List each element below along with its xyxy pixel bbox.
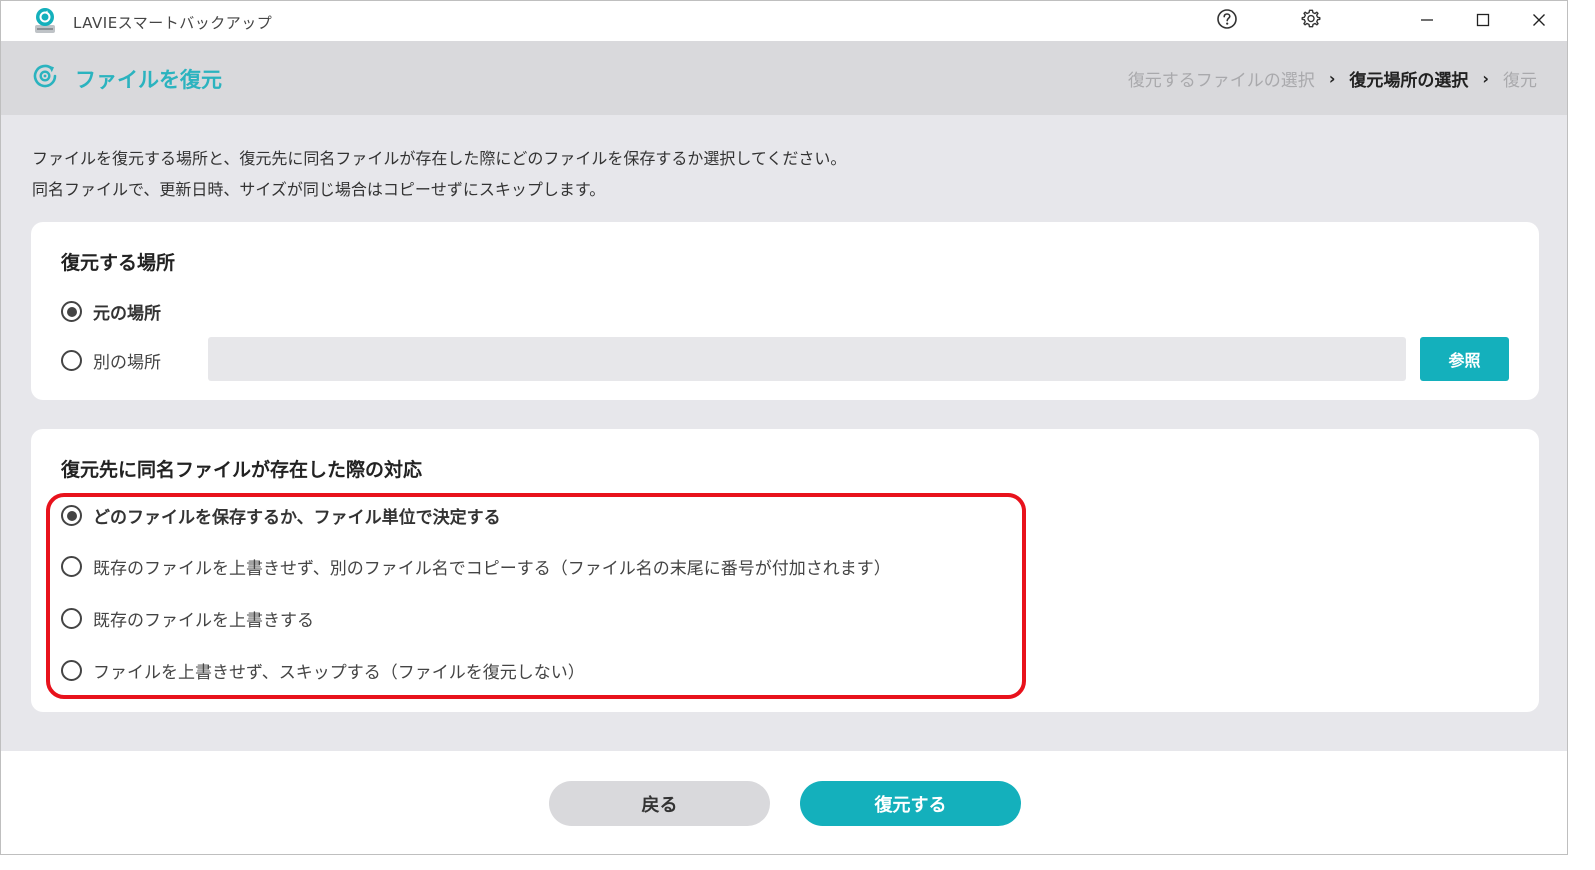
backup-app-icon xyxy=(31,7,59,35)
radio-button-checked[interactable] xyxy=(61,301,82,322)
option-original-location[interactable]: 元の場所 xyxy=(61,299,161,324)
back-button[interactable]: 戻る xyxy=(549,781,770,826)
option-copy-with-new-name[interactable]: 既存のファイルを上書きせず、別のファイル名でコピーする（ファイル名の末尾に番号が… xyxy=(61,554,891,579)
help-icon xyxy=(1216,8,1238,34)
restore-button[interactable]: 復元する xyxy=(800,781,1021,826)
footer: 戻る 復元する xyxy=(1,751,1567,854)
option-label: どのファイルを保存するか、ファイル単位で決定する xyxy=(93,508,501,528)
restore-location-title: 復元する場所 xyxy=(61,252,176,274)
option-label: ファイルを上書きせず、スキップする（ファイルを復元しない） xyxy=(93,663,585,683)
minimize-button[interactable] xyxy=(1409,5,1445,37)
maximize-icon xyxy=(1476,12,1490,31)
duplicate-handling-title: 復元先に同名ファイルが存在した際の対応 xyxy=(61,459,423,481)
option-label: 既存のファイルを上書きする xyxy=(93,611,314,631)
option-label: 既存のファイルを上書きせず、別のファイル名でコピーする（ファイル名の末尾に番号が… xyxy=(93,559,891,579)
breadcrumb-step-select-files: 復元するファイルの選択 xyxy=(1127,71,1315,91)
close-icon xyxy=(1532,12,1546,31)
minimize-icon xyxy=(1420,12,1434,31)
option-label: 別の場所 xyxy=(93,353,161,373)
radio-button[interactable] xyxy=(61,608,82,629)
option-skip[interactable]: ファイルを上書きせず、スキップする（ファイルを復元しない） xyxy=(61,658,585,683)
option-overwrite[interactable]: 既存のファイルを上書きする xyxy=(61,606,314,631)
breadcrumb-step-select-location: 復元場所の選択 xyxy=(1349,71,1469,91)
title-bar: LAVIEスマートバックアップ xyxy=(1,1,1567,41)
browse-button[interactable]: 参照 xyxy=(1420,337,1509,381)
radio-button[interactable] xyxy=(61,660,82,681)
duplicate-handling-card: 復元先に同名ファイルが存在した際の対応 どのファイルを保存するか、ファイル単位で… xyxy=(31,429,1539,712)
maximize-button[interactable] xyxy=(1465,5,1501,37)
chevron-right-icon: › xyxy=(1482,69,1489,88)
page-title: ファイルを復元 xyxy=(75,68,222,92)
radio-button-checked[interactable] xyxy=(61,505,82,526)
option-decide-per-file[interactable]: どのファイルを保存するか、ファイル単位で決定する xyxy=(61,503,501,528)
close-button[interactable] xyxy=(1521,5,1557,37)
instructions: ファイルを復元する場所と、復元先に同名ファイルが存在した際にどのファイルを保存す… xyxy=(32,143,846,205)
chevron-right-icon: › xyxy=(1328,69,1336,88)
gear-icon xyxy=(1300,8,1322,34)
radio-button[interactable] xyxy=(61,556,82,577)
breadcrumb-step-restore: 復元 xyxy=(1503,71,1537,91)
page-header: ファイルを復元 復元するファイルの選択 › 復元場所の選択 › 復元 xyxy=(1,41,1567,115)
instruction-line-1: ファイルを復元する場所と、復元先に同名ファイルが存在した際にどのファイルを保存す… xyxy=(32,149,847,168)
settings-button[interactable] xyxy=(1293,5,1329,37)
other-location-path-input[interactable] xyxy=(208,337,1406,381)
instruction-line-2: 同名ファイルで、更新日時、サイズが同じ場合はコピーせずにスキップします。 xyxy=(32,180,606,199)
main-content: ファイルを復元する場所と、復元先に同名ファイルが存在した際にどのファイルを保存す… xyxy=(1,115,1567,751)
breadcrumb: 復元するファイルの選択 › 復元場所の選択 › 復元 xyxy=(1128,66,1537,91)
app-window: LAVIEスマートバックアップ ファイルを復元 復元するファイルの選択 › 復元… xyxy=(0,0,1568,855)
restore-icon xyxy=(31,62,59,90)
app-title: LAVIEスマートバックアップ xyxy=(73,14,273,32)
radio-button[interactable] xyxy=(61,350,82,371)
restore-location-card: 復元する場所 元の場所 別の場所 参照 xyxy=(31,222,1539,400)
option-other-location[interactable]: 別の場所 xyxy=(61,348,161,373)
option-label: 元の場所 xyxy=(93,304,161,324)
help-button[interactable] xyxy=(1209,5,1245,37)
